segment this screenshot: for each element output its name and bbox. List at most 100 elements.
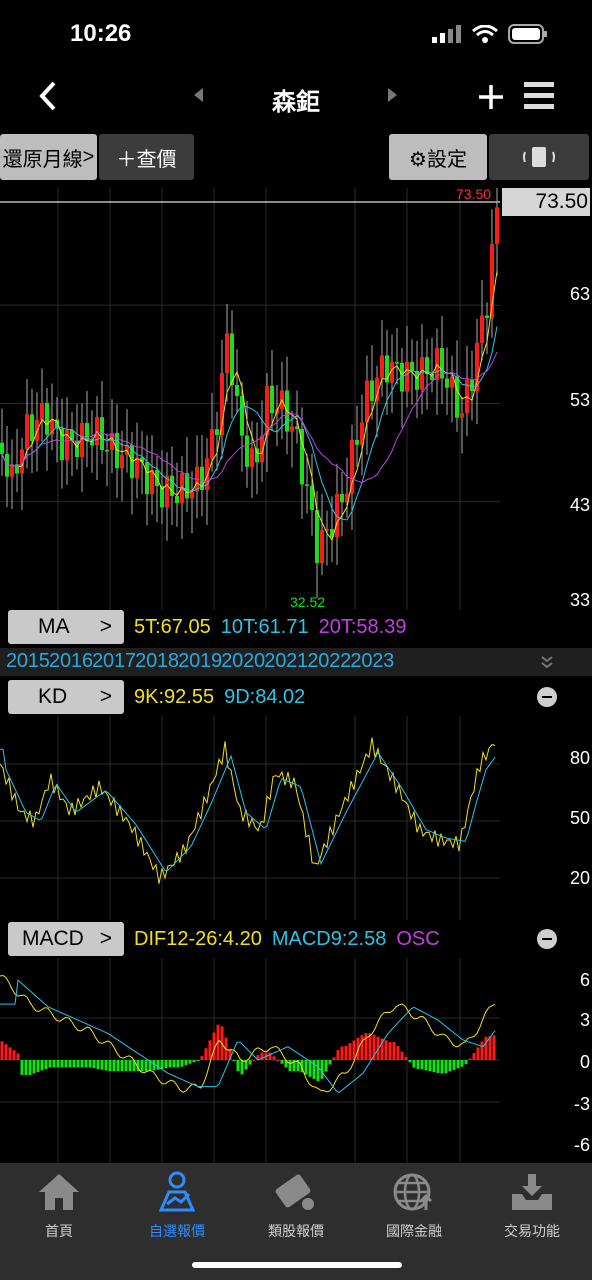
menu-button[interactable] (524, 82, 554, 110)
kd-axis-tick: 50 (569, 808, 590, 828)
candle-body (315, 510, 319, 564)
osc-bar (108, 1060, 112, 1072)
osc-bar (68, 1060, 72, 1068)
osc-bar (340, 1046, 344, 1060)
tab-international[interactable]: 國際金融 (355, 1170, 473, 1241)
osc-bar (304, 1060, 308, 1075)
tab-label: 交易功能 (504, 1223, 560, 1239)
osc-bar (332, 1057, 336, 1060)
tab-home[interactable]: 首頁 (0, 1170, 118, 1241)
osc-bar (324, 1060, 328, 1072)
osc-bar (184, 1060, 188, 1066)
osc-bar (116, 1060, 120, 1072)
ma-values: 5T:67.05 10T:61.71 20T:58.39 (134, 610, 406, 644)
kd-axis-tick: 20 (569, 868, 590, 888)
candle-body (350, 439, 354, 494)
collapse-icon[interactable] (540, 656, 554, 668)
candle-body (335, 494, 339, 538)
kd-values: 9K:92.55 9D:84.02 (134, 680, 305, 714)
dif-line (0, 974, 496, 1093)
candle-body (355, 439, 359, 445)
kd-axis-tick: 80 (569, 748, 590, 768)
osc-bar (52, 1060, 56, 1068)
osc-bar (180, 1060, 184, 1067)
d-line (0, 748, 496, 872)
add-button[interactable] (478, 84, 504, 110)
candle-body (420, 357, 424, 390)
year-axis: 2015 2016 2017 2018 2019 2020 2021 2022 … (0, 648, 592, 676)
osc-bar (0, 1041, 4, 1060)
kd-chart[interactable] (0, 716, 592, 920)
kd-selector[interactable]: KD > (8, 680, 124, 714)
candle-body (145, 462, 149, 495)
low-price-label: 32.52 (290, 594, 326, 610)
candle-body (460, 413, 464, 418)
osc-bar (36, 1060, 40, 1072)
battery-icon (508, 24, 547, 44)
candle-body (320, 530, 324, 564)
macd-remove-button[interactable] (537, 929, 557, 949)
osc-bar (232, 1060, 236, 1061)
candle-body (250, 448, 254, 467)
osc-bar (368, 1033, 372, 1060)
candle-body (45, 402, 49, 435)
rotate-icon (523, 147, 555, 167)
osc-bar (124, 1060, 128, 1072)
osc-bar (24, 1060, 28, 1075)
osc-bar (460, 1060, 464, 1067)
dif-value: DIF12-26:4.20 (134, 927, 262, 950)
candle-body (135, 457, 139, 479)
osc-bar (208, 1040, 212, 1060)
osc-bar (156, 1060, 160, 1070)
osc-bar (8, 1047, 12, 1060)
osc-bar (64, 1060, 68, 1068)
macd-selector[interactable]: MACD > (8, 922, 124, 956)
rotate-button[interactable] (489, 134, 589, 180)
candle-body (10, 464, 14, 477)
osc-bar (104, 1060, 108, 1071)
settings-button[interactable]: ⚙設定 (389, 134, 487, 180)
osc-bar (488, 1036, 492, 1060)
kd-remove-button[interactable] (537, 687, 557, 707)
tab-trade[interactable]: 交易功能 (473, 1170, 591, 1241)
restore-monthly-button[interactable]: 還原月線 > (0, 134, 97, 180)
ma-selector[interactable]: MA > (8, 610, 124, 644)
candle-body (290, 426, 294, 432)
osc-bar (92, 1060, 96, 1069)
macd-chart[interactable] (0, 958, 592, 1163)
osc-bar (72, 1060, 76, 1068)
osc-bar (420, 1060, 424, 1070)
osc-bar (96, 1060, 100, 1069)
osc-bar (160, 1060, 164, 1069)
osc-bar (444, 1060, 448, 1074)
next-stock-button[interactable] (388, 88, 398, 102)
osc-bar (120, 1060, 124, 1072)
osc-bar (416, 1060, 420, 1069)
osc-bar (280, 1060, 284, 1064)
signal-icon (432, 25, 461, 43)
osc-bar (348, 1043, 352, 1060)
osc-bar (56, 1060, 60, 1068)
price-axis-tick: 63 (569, 284, 590, 304)
tab-sector[interactable]: 類股報價 (237, 1170, 355, 1241)
k-value: 9K:92.55 (134, 685, 215, 708)
osc-bar (452, 1060, 456, 1070)
candle-body (415, 370, 419, 390)
osc-bar (240, 1060, 244, 1075)
osc-bar (360, 1035, 364, 1060)
osc-bar (480, 1041, 484, 1060)
osc-bar (176, 1060, 180, 1068)
osc-bar (204, 1048, 208, 1060)
candle-body (405, 361, 409, 392)
quote-button[interactable]: ＋查價 (99, 134, 194, 180)
osc-bar (344, 1045, 348, 1060)
ma5-line (1, 271, 498, 542)
candle-body (165, 475, 169, 508)
candle-body (395, 362, 399, 364)
candle-body (75, 440, 79, 458)
tab-watchlist[interactable]: 自選報價 (118, 1170, 236, 1241)
ma5-value: 5T:67.05 (134, 615, 211, 638)
price-chart[interactable] (0, 188, 592, 610)
osc-bar (328, 1060, 332, 1065)
osc-bar (316, 1060, 320, 1082)
